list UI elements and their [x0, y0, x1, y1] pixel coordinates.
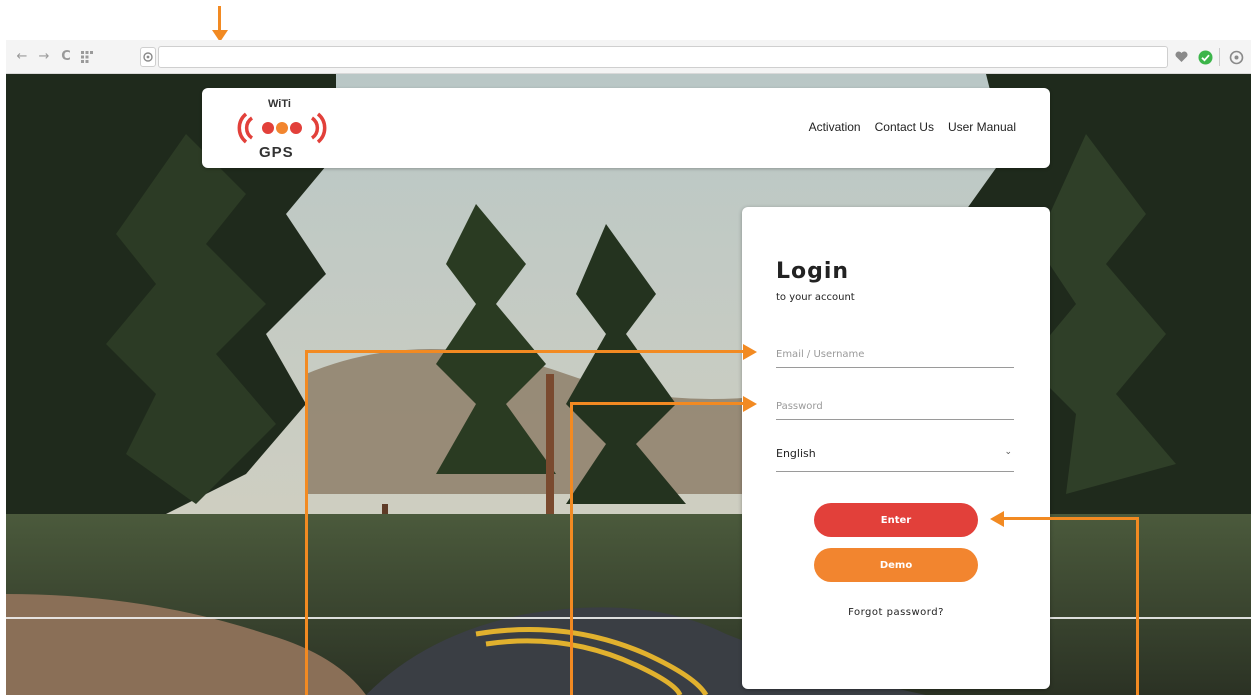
address-bar[interactable] [158, 46, 1168, 68]
apps-button[interactable] [78, 48, 96, 66]
language-value: English [776, 447, 816, 460]
arrow-right-icon: → [38, 49, 50, 64]
forgot-password-link[interactable]: Forgot password? [742, 607, 1050, 618]
logo-bottom-text: GPS [259, 144, 294, 161]
toolbar-divider [1219, 48, 1220, 66]
reload-button[interactable]: C [58, 48, 74, 66]
main-nav: Activation Contact Us User Manual [809, 120, 1016, 134]
back-button[interactable]: ← [14, 48, 30, 66]
password-field[interactable] [776, 393, 1014, 420]
email-field[interactable] [776, 341, 1014, 368]
check-circle-icon [1198, 50, 1212, 64]
site-info-button[interactable] [140, 47, 156, 67]
heart-icon [1174, 51, 1188, 62]
login-card: Login to your account English ⌄ Enter De… [742, 207, 1050, 689]
login-subtitle: to your account [776, 292, 855, 303]
nav-contact-us[interactable]: Contact Us [875, 120, 934, 134]
image-divider [6, 617, 1251, 619]
browser-toolbar: ← → C [6, 40, 1251, 74]
logo[interactable]: WiTi GPS [232, 98, 332, 161]
reload-icon: C [61, 49, 71, 64]
login-title: Login [776, 259, 850, 284]
nav-user-manual[interactable]: User Manual [948, 120, 1016, 134]
site-header: WiTi GPS Activation Contact Us User Manu… [202, 88, 1050, 168]
language-select[interactable]: English ⌄ [776, 441, 1014, 472]
nav-activation[interactable]: Activation [809, 120, 861, 134]
status-button[interactable] [1196, 48, 1214, 66]
enter-button[interactable]: Enter [814, 503, 978, 537]
apps-grid-icon [81, 51, 93, 63]
demo-button[interactable]: Demo [814, 548, 978, 582]
extension-icon [1229, 50, 1243, 64]
forward-button[interactable]: → [36, 48, 52, 66]
logo-top-text: WiTi [268, 98, 291, 110]
extension-button[interactable] [1227, 48, 1245, 66]
site-shield-icon [143, 52, 153, 62]
arrow-left-icon: ← [16, 49, 28, 64]
bookmark-button[interactable] [1172, 48, 1190, 66]
chevron-down-icon: ⌄ [1004, 447, 1012, 457]
